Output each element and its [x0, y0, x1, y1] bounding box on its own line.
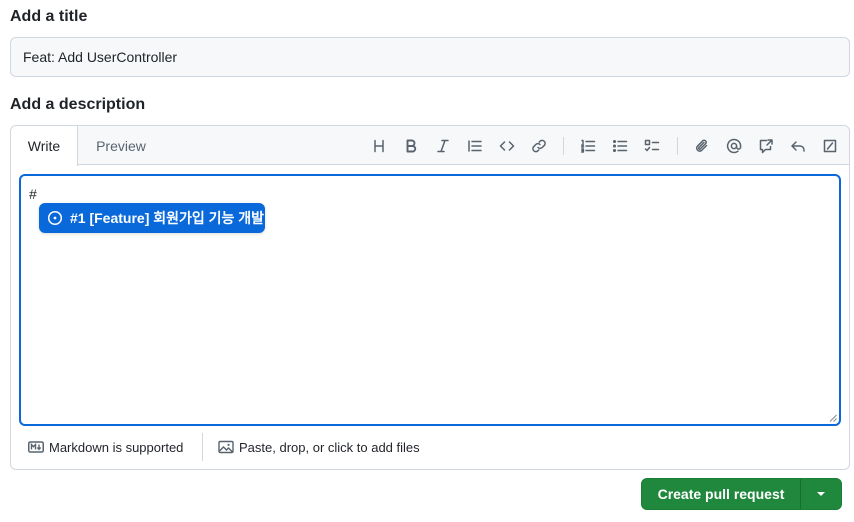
task-list-button[interactable]	[641, 135, 663, 157]
resize-handle-icon[interactable]	[829, 414, 837, 422]
mention-button[interactable]	[723, 135, 745, 157]
numbered-list-icon	[581, 139, 596, 153]
attach-files-button[interactable]: Paste, drop, or click to add files	[218, 437, 420, 457]
toolbar-divider	[677, 137, 678, 155]
quote-button[interactable]	[464, 135, 486, 157]
quote-icon	[468, 140, 482, 152]
title-heading: Add a title	[10, 8, 88, 25]
mention-icon	[726, 138, 742, 154]
markdown-label: Markdown is supported	[49, 439, 184, 455]
issue-open-icon	[47, 210, 63, 226]
attach-button[interactable]	[691, 135, 713, 157]
markdown-help-link[interactable]: Markdown is supported	[28, 437, 183, 457]
italic-button[interactable]	[432, 135, 454, 157]
bold-icon	[406, 139, 417, 153]
tab-preview[interactable]: Preview	[78, 126, 164, 166]
toolbar-divider	[563, 137, 564, 155]
markdown-icon	[28, 441, 44, 453]
attach-icon	[695, 139, 708, 152]
create-pull-request-group: Create pull request	[641, 478, 842, 510]
cross-reference-button[interactable]	[755, 135, 777, 157]
image-icon	[218, 440, 234, 454]
description-editor: Write Preview # #1 [Feature] 회원가입 기능 개발 …	[10, 125, 850, 470]
reply-icon	[791, 141, 805, 152]
footer-divider	[202, 433, 203, 461]
textarea-value: #	[29, 186, 37, 202]
slash-command-button[interactable]	[819, 135, 841, 157]
suggestion-label: #1 [Feature] 회원가입 기능 개발	[70, 210, 265, 226]
unordered-list-button[interactable]	[609, 135, 631, 157]
task-list-icon	[644, 139, 660, 152]
heading-button[interactable]	[368, 135, 390, 157]
tab-write[interactable]: Write	[11, 126, 78, 166]
link-icon	[532, 139, 546, 153]
heading-icon	[374, 139, 384, 153]
title-input[interactable]	[10, 37, 850, 77]
code-button[interactable]	[496, 135, 518, 157]
editor-toolbar: Write Preview	[11, 126, 849, 166]
numbered-list-button[interactable]	[577, 135, 599, 157]
bold-button[interactable]	[400, 135, 422, 157]
slash-command-icon	[823, 139, 837, 153]
code-icon	[499, 141, 515, 151]
create-options-dropdown[interactable]	[801, 479, 841, 509]
attach-files-label: Paste, drop, or click to add files	[239, 439, 420, 455]
create-pull-request-button[interactable]: Create pull request	[642, 479, 801, 509]
italic-icon	[437, 139, 449, 153]
cross-reference-icon	[759, 139, 773, 154]
unordered-list-icon	[612, 139, 628, 153]
link-button[interactable]	[528, 135, 550, 157]
issue-suggestion-item[interactable]: #1 [Feature] 회원가입 기능 개발	[39, 203, 265, 233]
chevron-down-icon	[817, 492, 825, 496]
description-heading: Add a description	[10, 96, 146, 113]
reply-button[interactable]	[787, 135, 809, 157]
